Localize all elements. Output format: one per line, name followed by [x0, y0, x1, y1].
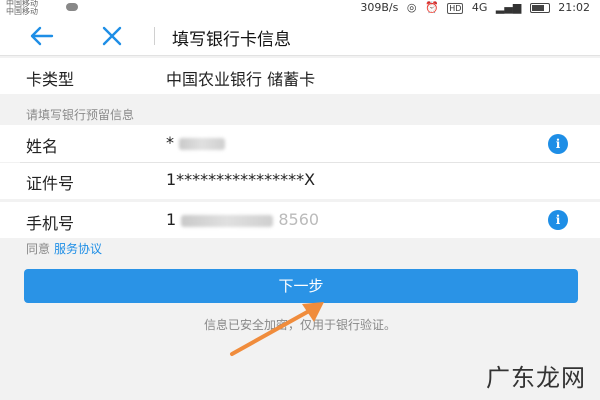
header-divider [154, 27, 155, 45]
net-speed: 309B/s [360, 1, 399, 14]
card-type-row: 卡类型 中国农业银行 储蓄卡 [0, 58, 600, 94]
clock-time: 21:02 [558, 1, 590, 14]
agreement-prefix: 同意 [26, 242, 51, 256]
status-indicators: 309B/s ◎ ⏰ HD 4G ▂▄▆ 21:02 [355, 1, 590, 14]
annotation-arrow-icon [220, 292, 340, 362]
agreement-line: 同意 服务协议 [26, 240, 102, 257]
alarm-icon: ⏰ [424, 1, 439, 14]
nav-header: 填写银行卡信息 [0, 17, 600, 56]
phone-value[interactable]: 1 8560 [166, 210, 319, 229]
wifi-icon: ◎ [406, 1, 417, 14]
name-blurred [179, 137, 226, 150]
back-arrow-icon[interactable] [28, 24, 56, 48]
phone-row[interactable]: 手机号 1 8560 i [0, 202, 600, 238]
phone-prefix: 1 [166, 210, 177, 229]
name-visible-part: * [166, 133, 174, 152]
name-info-icon[interactable]: i [548, 134, 568, 154]
service-agreement-link[interactable]: 服务协议 [54, 242, 102, 256]
name-value[interactable]: * [166, 133, 226, 152]
phone-suffix: 8560 [278, 210, 320, 229]
phone-info-icon[interactable]: i [548, 210, 568, 230]
status-bar: 中国移动 中国移动 309B/s ◎ ⏰ HD 4G ▂▄▆ 21:02 [0, 0, 600, 17]
close-icon[interactable] [98, 24, 126, 48]
watermark: 广东龙网 [486, 364, 586, 392]
id-row[interactable]: 证件号 1****************X [0, 163, 600, 199]
page-title: 填写银行卡信息 [172, 30, 291, 50]
hd-badge: HD [447, 3, 464, 14]
phone-label: 手机号 [26, 214, 75, 233]
id-label: 证件号 [26, 174, 75, 193]
carrier-label-2: 中国移动 [6, 7, 38, 16]
battery-icon [529, 3, 550, 13]
card-type-label: 卡类型 [26, 70, 75, 89]
id-value: 1****************X [166, 170, 316, 189]
carrier-info: 中国移动 中国移动 [6, 0, 38, 16]
card-type-value: 中国农业银行 储蓄卡 [166, 70, 316, 89]
signal-icon: ▂▄▆ [495, 1, 522, 14]
network-type: 4G [471, 1, 488, 14]
name-row[interactable]: 姓名 * i [0, 125, 600, 162]
phone-blurred [181, 214, 274, 227]
cloud-icon [66, 3, 78, 11]
section-hint: 请填写银行预留信息 [26, 108, 135, 122]
name-label: 姓名 [26, 137, 59, 156]
